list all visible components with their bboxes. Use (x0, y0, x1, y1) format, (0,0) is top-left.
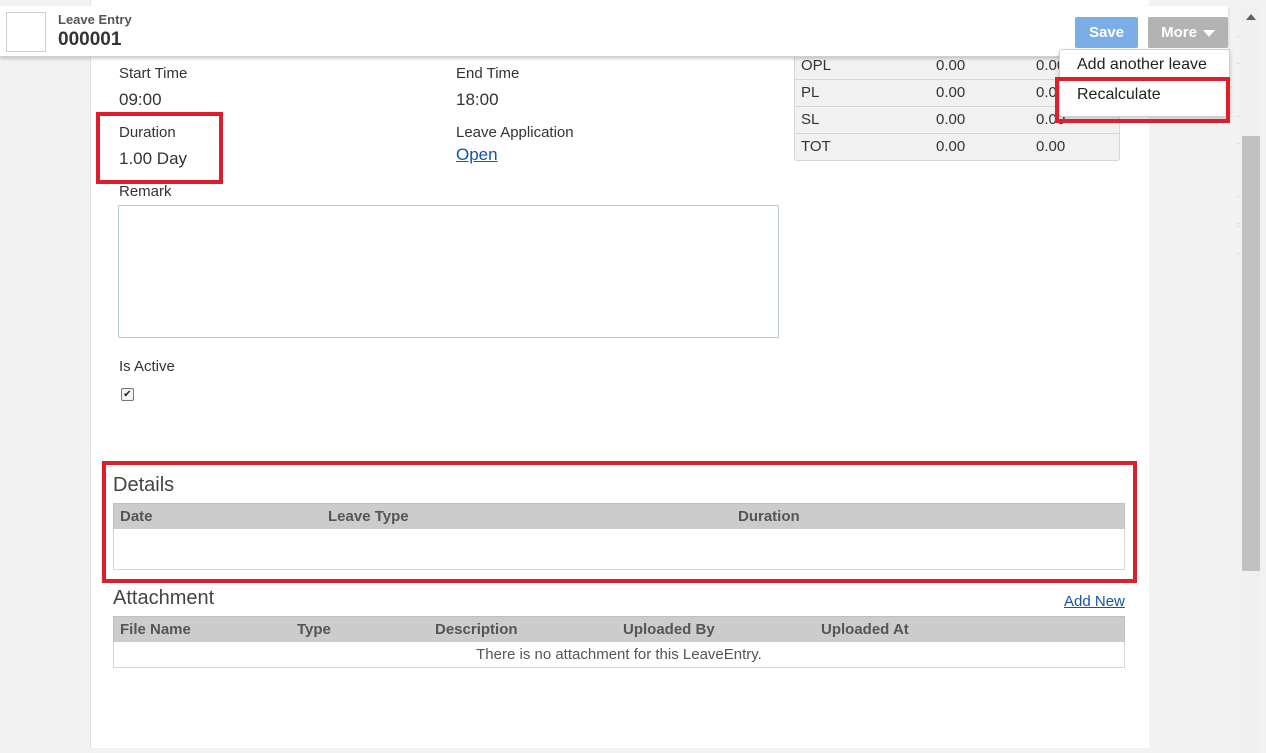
more-button-label: More (1161, 24, 1197, 41)
is-active-label: Is Active (119, 358, 175, 375)
is-active-checkbox[interactable]: ✔ (121, 388, 134, 401)
attachment-col-uploaded-by[interactable]: Uploaded By (623, 621, 715, 638)
balance-row: TOT 0.00 0.00 (795, 133, 1119, 160)
leave-application-label: Leave Application (456, 124, 574, 141)
details-col-leave-type[interactable]: Leave Type (328, 508, 409, 525)
details-grid-header: Date Leave Type Duration (113, 503, 1125, 530)
duration-value: 1.00 Day (119, 149, 188, 168)
menu-item-add-another-leave[interactable]: Add another leave (1077, 56, 1207, 74)
balance-col1: 0.00 (936, 57, 966, 74)
record-header: Leave Entry 000001 Save More (0, 6, 1228, 57)
add-new-attachment-link[interactable]: Add New (1064, 593, 1125, 610)
attachment-grid-body: There is no attachment for this LeaveEnt… (113, 642, 1125, 668)
attachment-col-type[interactable]: Type (297, 621, 331, 638)
scroll-up-arrow-icon[interactable] (1246, 14, 1256, 20)
attachment-col-description[interactable]: Description (435, 621, 518, 638)
remark-label: Remark (119, 183, 172, 200)
end-time-value: 18:00 (456, 90, 499, 109)
doc-type-label: Leave Entry (58, 12, 132, 27)
details-grid-body (113, 529, 1125, 570)
attachment-col-file-name[interactable]: File Name (120, 621, 191, 638)
start-time-label: Start Time (119, 65, 188, 82)
more-dropdown-menu: Add another leave Recalculate (1059, 49, 1230, 117)
balance-type: SL (801, 111, 820, 128)
attachment-section-title: Attachment (113, 587, 215, 609)
vertical-scrollbar[interactable] (1241, 6, 1261, 753)
start-time-value: 09:00 (119, 90, 162, 109)
balance-col1: 0.00 (936, 111, 966, 128)
balance-col1: 0.00 (936, 84, 966, 101)
attachment-grid-header: File Name Type Description Uploaded By U… (113, 616, 1125, 643)
end-time-label: End Time (456, 65, 520, 82)
attachment-empty-message: There is no attachment for this LeaveEnt… (476, 646, 762, 663)
details-col-duration[interactable]: Duration (738, 508, 800, 525)
menu-item-recalculate[interactable]: Recalculate (1077, 86, 1161, 104)
doc-number: 000001 (58, 29, 122, 50)
balance-type: TOT (801, 138, 831, 155)
duration-label: Duration (119, 124, 176, 141)
details-col-date[interactable]: Date (120, 508, 153, 525)
balance-type: OPL (801, 57, 832, 74)
scroll-thumb[interactable] (1242, 136, 1260, 571)
more-button[interactable]: More (1148, 17, 1228, 48)
caret-down-icon (1202, 29, 1215, 37)
save-button[interactable]: Save (1075, 17, 1138, 48)
remark-textarea[interactable] (118, 205, 779, 338)
attachment-col-uploaded-at[interactable]: Uploaded At (821, 621, 909, 638)
details-section-title: Details (113, 474, 175, 496)
balance-col2: 0.00 (1036, 138, 1066, 155)
balance-type: PL (801, 84, 820, 101)
balance-col1: 0.00 (936, 138, 966, 155)
record-avatar (6, 12, 46, 52)
leave-application-open-link[interactable]: Open (456, 145, 498, 165)
